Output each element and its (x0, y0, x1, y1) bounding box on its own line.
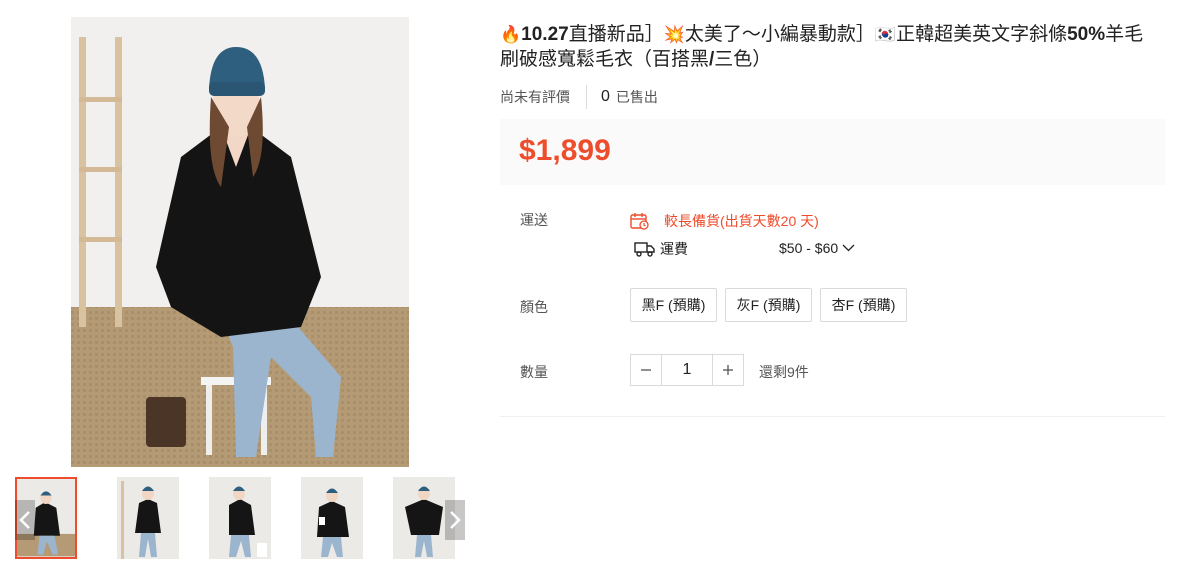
thumbnail-2[interactable] (117, 477, 179, 559)
quantity-label: 數量 (520, 364, 548, 380)
title-part: 直播新品］ (568, 24, 664, 45)
shipping-fee-dropdown[interactable]: $50 - $60 (779, 240, 855, 256)
color-option-gray[interactable]: 灰F (預購) (725, 288, 812, 322)
color-option-apricot[interactable]: 杏F (預購) (820, 288, 907, 322)
plus-icon (723, 365, 733, 375)
chevron-right-icon (450, 511, 461, 529)
color-label: 顏色 (520, 299, 548, 315)
truck-icon (634, 242, 655, 257)
thumbnail-next-button[interactable] (445, 500, 465, 540)
section-divider (500, 416, 1165, 417)
product-main-image[interactable] (71, 17, 409, 467)
title-part: 💥 (663, 25, 685, 44)
title-part: 🔥 (500, 25, 522, 44)
quantity-decrease-button[interactable] (630, 354, 662, 386)
stock-remaining: 還剩9件 (759, 364, 809, 380)
shipping-fee-value: $50 - $60 (779, 240, 839, 256)
title-part: 🇰🇷 (874, 25, 897, 44)
rating-status[interactable]: 尚未有評價 (500, 87, 570, 107)
chevron-left-icon (19, 511, 30, 529)
thumbnail-prev-button[interactable] (15, 500, 35, 540)
title-part: 三色） (714, 49, 772, 70)
minus-icon (641, 369, 651, 371)
price-section: $1,899 (500, 119, 1165, 185)
sold-count: 0 (601, 88, 610, 105)
chevron-down-icon (842, 244, 855, 252)
shipping-status: 較長備貨(出貨天數20 天) (630, 211, 819, 231)
shipping-status-text: 較長備貨(出貨天數20 天) (664, 213, 819, 229)
thumbnail-4[interactable] (301, 477, 363, 559)
color-option-black[interactable]: 黑F (預購) (630, 288, 717, 322)
product-title: 🔥10.27直播新品］💥太美了～小編暴動款］🇰🇷正韓超美英文字斜條50%羊毛刷破… (500, 22, 1160, 72)
quantity-stepper: 1 (630, 354, 744, 386)
shipping-fee: 運費 (634, 239, 688, 259)
shipping-fee-label: 運費 (660, 241, 688, 257)
calendar-clock-icon (630, 213, 649, 230)
thumbnail-strip (15, 477, 467, 559)
title-part: 正韓超美英文字斜條 (896, 24, 1068, 45)
sold-label: 已售出 (615, 89, 658, 105)
title-part: 10.27 (521, 24, 569, 45)
title-part: 50% (1067, 24, 1106, 45)
product-price: $1,899 (519, 134, 611, 167)
divider (586, 85, 587, 109)
thumbnail-3[interactable] (209, 477, 271, 559)
rating-row: 尚未有評價 0 已售出 (500, 85, 658, 109)
title-part: 太美了～小編暴動款］ (684, 24, 875, 45)
shipping-label: 運送 (520, 212, 548, 228)
quantity-input[interactable]: 1 (662, 354, 712, 386)
quantity-increase-button[interactable] (712, 354, 744, 386)
